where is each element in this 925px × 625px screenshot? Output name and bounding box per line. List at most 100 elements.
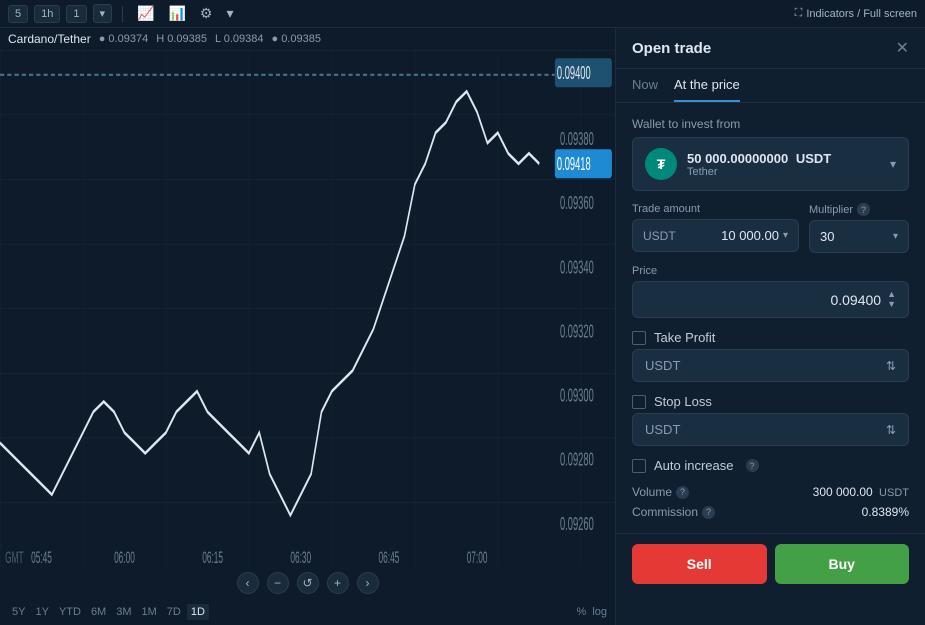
timescale-5y[interactable]: 5Y	[8, 604, 29, 620]
stop-loss-currency-select[interactable]: USDT ⇅	[632, 413, 909, 446]
svg-text:0.09300: 0.09300	[560, 386, 594, 406]
price-section: Price 0.09400 ▲ ▼	[632, 265, 909, 318]
chart-close: ● 0.09385	[271, 33, 320, 45]
svg-text:GMT: GMT	[5, 548, 23, 567]
svg-text:05:45: 05:45	[31, 548, 52, 567]
wallet-selector[interactable]: ₮ 50 000.00000000 USDT Tether ▾	[632, 137, 909, 191]
auto-increase-row: Auto increase ?	[632, 458, 909, 473]
multiplier-help-icon[interactable]: ?	[857, 203, 870, 216]
timescale-1d[interactable]: 1D	[187, 604, 209, 620]
interval-1-btn[interactable]: 1	[66, 5, 86, 23]
stop-loss-row: Stop Loss	[632, 394, 909, 409]
stop-loss-checkbox[interactable]	[632, 395, 646, 409]
price-label: Price	[632, 265, 909, 277]
fullscreen-btn[interactable]: ⛶ Indicators / Full screen	[795, 7, 917, 20]
take-profit-checkbox[interactable]	[632, 331, 646, 345]
right-panel: Open trade ✕ Now At the price Wallet to …	[615, 28, 925, 625]
svg-text:0.09418: 0.09418	[557, 155, 591, 175]
action-buttons: Sell Buy	[616, 533, 925, 594]
take-profit-chevron: ⇅	[886, 359, 896, 373]
chart-area: Cardano/Tether ● 0.09374 H 0.09385 L 0.0…	[0, 28, 615, 625]
sell-button[interactable]: Sell	[632, 544, 767, 584]
stop-loss-chevron: ⇅	[886, 423, 896, 437]
price-chart-svg: 0.09400 0.09380 0.09360 0.09340 0.09320 …	[0, 50, 615, 567]
volume-help-icon[interactable]: ?	[676, 486, 689, 499]
chart-nav-plus[interactable]: +	[327, 572, 349, 594]
interval-5-btn[interactable]: 5	[8, 5, 28, 23]
commission-help-icon[interactable]: ?	[702, 506, 715, 519]
auto-increase-label: Auto increase	[654, 458, 734, 473]
multiplier-input[interactable]: 30 ▾	[809, 220, 909, 253]
multiplier-chevron: ▾	[893, 231, 898, 242]
auto-increase-checkbox[interactable]	[632, 459, 646, 473]
stop-loss-currency-label: USDT	[645, 422, 680, 437]
timescale-log[interactable]: log	[592, 606, 607, 618]
timescale-extra: % log	[577, 606, 607, 618]
svg-text:06:30: 06:30	[290, 548, 311, 567]
price-up-icon[interactable]: ▲	[887, 290, 896, 299]
volume-value: 300 000.00 USDT	[813, 485, 909, 499]
take-profit-currency-select[interactable]: USDT ⇅	[632, 349, 909, 382]
chart-nav-reset[interactable]: ↺	[297, 572, 319, 594]
tab-now[interactable]: Now	[632, 77, 658, 102]
take-profit-label: Take Profit	[654, 330, 715, 345]
tab-at-the-price[interactable]: At the price	[674, 77, 740, 102]
line-chart-icon[interactable]: 📈	[133, 3, 158, 24]
svg-text:06:15: 06:15	[202, 548, 223, 567]
multiplier-label: Multiplier ?	[809, 203, 909, 216]
timescale-3m[interactable]: 3M	[112, 604, 135, 620]
take-profit-currency-label: USDT	[645, 358, 680, 373]
candle-chart-icon[interactable]: ⚙	[196, 3, 217, 24]
svg-text:06:00: 06:00	[114, 548, 135, 567]
multiplier-col: Multiplier ? 30 ▾	[809, 203, 909, 253]
svg-text:0.09380: 0.09380	[560, 130, 594, 150]
chart-nav-minus[interactable]: −	[267, 572, 289, 594]
auto-increase-help-icon[interactable]: ?	[746, 459, 759, 472]
chart-high: H 0.09385	[156, 33, 207, 45]
wallet-amount: 50 000.00000000 USDT	[687, 151, 880, 166]
commission-key: Commission ?	[632, 505, 715, 519]
volume-row: Volume ? 300 000.00 USDT	[632, 485, 909, 499]
take-profit-section: Take Profit USDT ⇅	[632, 330, 909, 382]
timescale-1y[interactable]: 1Y	[31, 604, 52, 620]
more-options-icon[interactable]: ▾	[222, 3, 237, 24]
timescale-7d[interactable]: 7D	[163, 604, 185, 620]
interval-1h-btn[interactable]: 1h	[34, 5, 60, 23]
trade-amount-value: 10 000.00	[680, 228, 779, 243]
stop-loss-section: Stop Loss USDT ⇅	[632, 394, 909, 446]
commission-row: Commission ? 0.8389%	[632, 505, 909, 519]
svg-text:0.09360: 0.09360	[560, 194, 594, 214]
chart-nav-forward[interactable]: ›	[357, 572, 379, 594]
close-panel-icon[interactable]: ✕	[896, 38, 909, 58]
price-value: 0.09400	[830, 292, 881, 308]
volume-key: Volume ?	[632, 485, 689, 499]
chart-nav-back[interactable]: ‹	[237, 572, 259, 594]
trade-amount-label: Trade amount	[632, 203, 799, 215]
timescale-ytd[interactable]: YTD	[55, 604, 85, 620]
price-stepper[interactable]: ▲ ▼	[887, 290, 896, 309]
chart-header: Cardano/Tether ● 0.09374 H 0.09385 L 0.0…	[0, 28, 615, 50]
panel-title: Open trade	[632, 40, 711, 57]
bar-chart-icon[interactable]: 📊	[164, 3, 189, 24]
timescale-1m[interactable]: 1M	[138, 604, 161, 620]
timescale-percent[interactable]: %	[577, 606, 587, 618]
trade-amount-chevron: ▾	[783, 230, 788, 241]
chart-svg-container: 0.09400 0.09380 0.09360 0.09340 0.09320 …	[0, 50, 615, 567]
wallet-section-label: Wallet to invest from	[632, 117, 909, 131]
svg-text:0.09340: 0.09340	[560, 258, 594, 278]
svg-text:0.09260: 0.09260	[560, 515, 594, 535]
timescale-6m[interactable]: 6M	[87, 604, 110, 620]
svg-text:0.09280: 0.09280	[560, 450, 594, 470]
multiplier-value: 30	[820, 229, 834, 244]
buy-button[interactable]: Buy	[775, 544, 910, 584]
trade-amount-input[interactable]: USDT 10 000.00 ▾	[632, 219, 799, 252]
price-input[interactable]: 0.09400 ▲ ▼	[632, 281, 909, 318]
trade-amount-col: Trade amount USDT 10 000.00 ▾	[632, 203, 799, 253]
wallet-name: Tether	[687, 166, 880, 178]
wallet-dropdown-icon: ▾	[890, 157, 896, 171]
interval-dropdown-btn[interactable]: ▾	[93, 4, 113, 23]
commission-value: 0.8389%	[862, 505, 909, 519]
panel-header: Open trade ✕	[616, 28, 925, 69]
price-down-icon[interactable]: ▼	[887, 300, 896, 309]
chart-nav-controls: ‹ − ↺ + ›	[0, 567, 615, 599]
